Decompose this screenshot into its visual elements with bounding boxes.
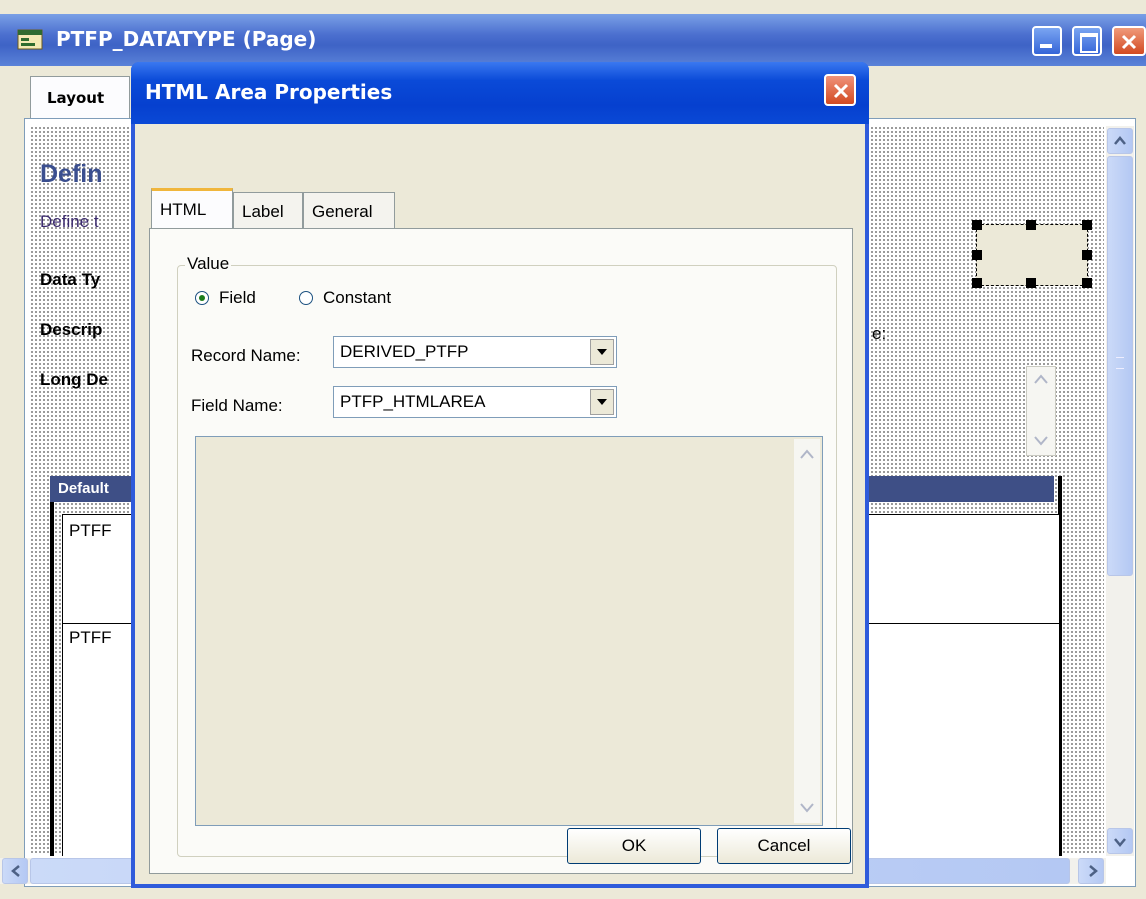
field-name-select[interactable]: PTFP_HTMLAREA <box>333 386 617 418</box>
long-description-scrollbar[interactable] <box>1026 366 1056 456</box>
window-title-bar[interactable]: PTFP_DATATYPE (Page) <box>0 14 1146 66</box>
tab-general-label: General <box>312 202 373 221</box>
tab-label-label: Label <box>242 202 284 221</box>
long-description-label: Long De <box>40 370 108 389</box>
textarea-scrollbar[interactable] <box>794 439 820 823</box>
tab-layout[interactable]: Layout <box>30 76 130 119</box>
scroll-thumb[interactable] <box>1107 156 1133 576</box>
tab-general[interactable]: General <box>303 192 395 228</box>
window-close-button[interactable] <box>1112 26 1146 56</box>
close-icon <box>833 83 849 99</box>
resize-handle[interactable] <box>1082 278 1092 288</box>
grip-icon <box>1116 357 1124 369</box>
scroll-down-icon <box>800 803 814 813</box>
dialog-title: HTML Area Properties <box>145 80 393 104</box>
radio-constant[interactable] <box>299 291 313 305</box>
resize-handle[interactable] <box>1082 220 1092 230</box>
grid-row-2-label: PTFF <box>69 628 112 647</box>
scroll-up-button[interactable] <box>1107 128 1133 154</box>
right-field-label: e: <box>872 324 887 343</box>
resize-handle[interactable] <box>1026 278 1036 288</box>
chevron-right-icon <box>1089 865 1098 877</box>
radio-field-label[interactable]: Field <box>219 288 256 308</box>
scroll-up-icon <box>800 449 814 459</box>
record-name-select[interactable]: DERIVED_PTFP <box>333 336 617 368</box>
scroll-right-button[interactable] <box>1078 858 1104 884</box>
resize-handle[interactable] <box>972 220 982 230</box>
dialog-body: HTML Label General Value Field Constant … <box>135 124 865 884</box>
record-name-dropdown-button[interactable] <box>590 339 614 365</box>
scroll-left-button[interactable] <box>2 858 28 884</box>
chevron-up-icon <box>1114 136 1126 145</box>
tab-label[interactable]: Label <box>233 192 303 228</box>
radio-dot-icon <box>199 295 205 301</box>
close-icon <box>1121 34 1137 50</box>
resize-handle[interactable] <box>1026 220 1036 230</box>
scroll-up-icon <box>1034 374 1048 384</box>
dialog-title-bar[interactable]: HTML Area Properties <box>131 62 869 124</box>
maximize-button[interactable] <box>1072 26 1102 56</box>
data-type-label: Data Ty <box>40 270 101 289</box>
resize-handle[interactable] <box>1082 250 1092 260</box>
scroll-down-icon <box>1034 436 1048 446</box>
resize-handle[interactable] <box>972 278 982 288</box>
dialog-close-button[interactable] <box>824 74 856 106</box>
record-name-value: DERIVED_PTFP <box>340 342 469 361</box>
chevron-down-icon <box>597 399 607 405</box>
cancel-button[interactable]: Cancel <box>717 828 851 864</box>
field-name-value: PTFP_HTMLAREA <box>340 392 486 411</box>
description-label: Descrip <box>40 320 103 339</box>
maximize-icon <box>1080 33 1098 53</box>
scroll-down-button[interactable] <box>1107 828 1133 854</box>
tab-html-label: HTML <box>160 200 207 219</box>
tab-layout-label: Layout <box>47 89 105 107</box>
record-name-label: Record Name: <box>191 346 301 365</box>
chevron-left-icon <box>11 865 20 877</box>
resize-handle[interactable] <box>972 250 982 260</box>
minimize-button[interactable] <box>1032 26 1062 56</box>
tab-html[interactable]: HTML <box>151 188 233 228</box>
grid-header-label: Default <box>58 480 109 497</box>
page-icon <box>17 29 43 50</box>
field-name-dropdown-button[interactable] <box>590 389 614 415</box>
page-heading: Defin <box>40 160 103 188</box>
radio-constant-label[interactable]: Constant <box>323 288 391 308</box>
minimize-icon <box>1040 44 1052 48</box>
window-title: PTFP_DATATYPE (Page) <box>56 27 317 51</box>
ok-button[interactable]: OK <box>567 828 701 864</box>
vertical-scrollbar[interactable] <box>1106 126 1134 856</box>
radio-field[interactable] <box>195 291 209 305</box>
chevron-down-icon <box>1114 838 1126 847</box>
grid-row-1-label: PTFF <box>69 521 112 540</box>
html-area-properties-dialog: HTML Area Properties HTML Label General … <box>131 62 869 888</box>
selected-control[interactable] <box>976 224 1088 286</box>
page-subtext: Define t <box>40 212 99 231</box>
field-name-label: Field Name: <box>191 396 283 415</box>
html-constant-textarea[interactable] <box>195 436 823 826</box>
value-group-label: Value <box>185 254 232 274</box>
chevron-down-icon <box>597 349 607 355</box>
